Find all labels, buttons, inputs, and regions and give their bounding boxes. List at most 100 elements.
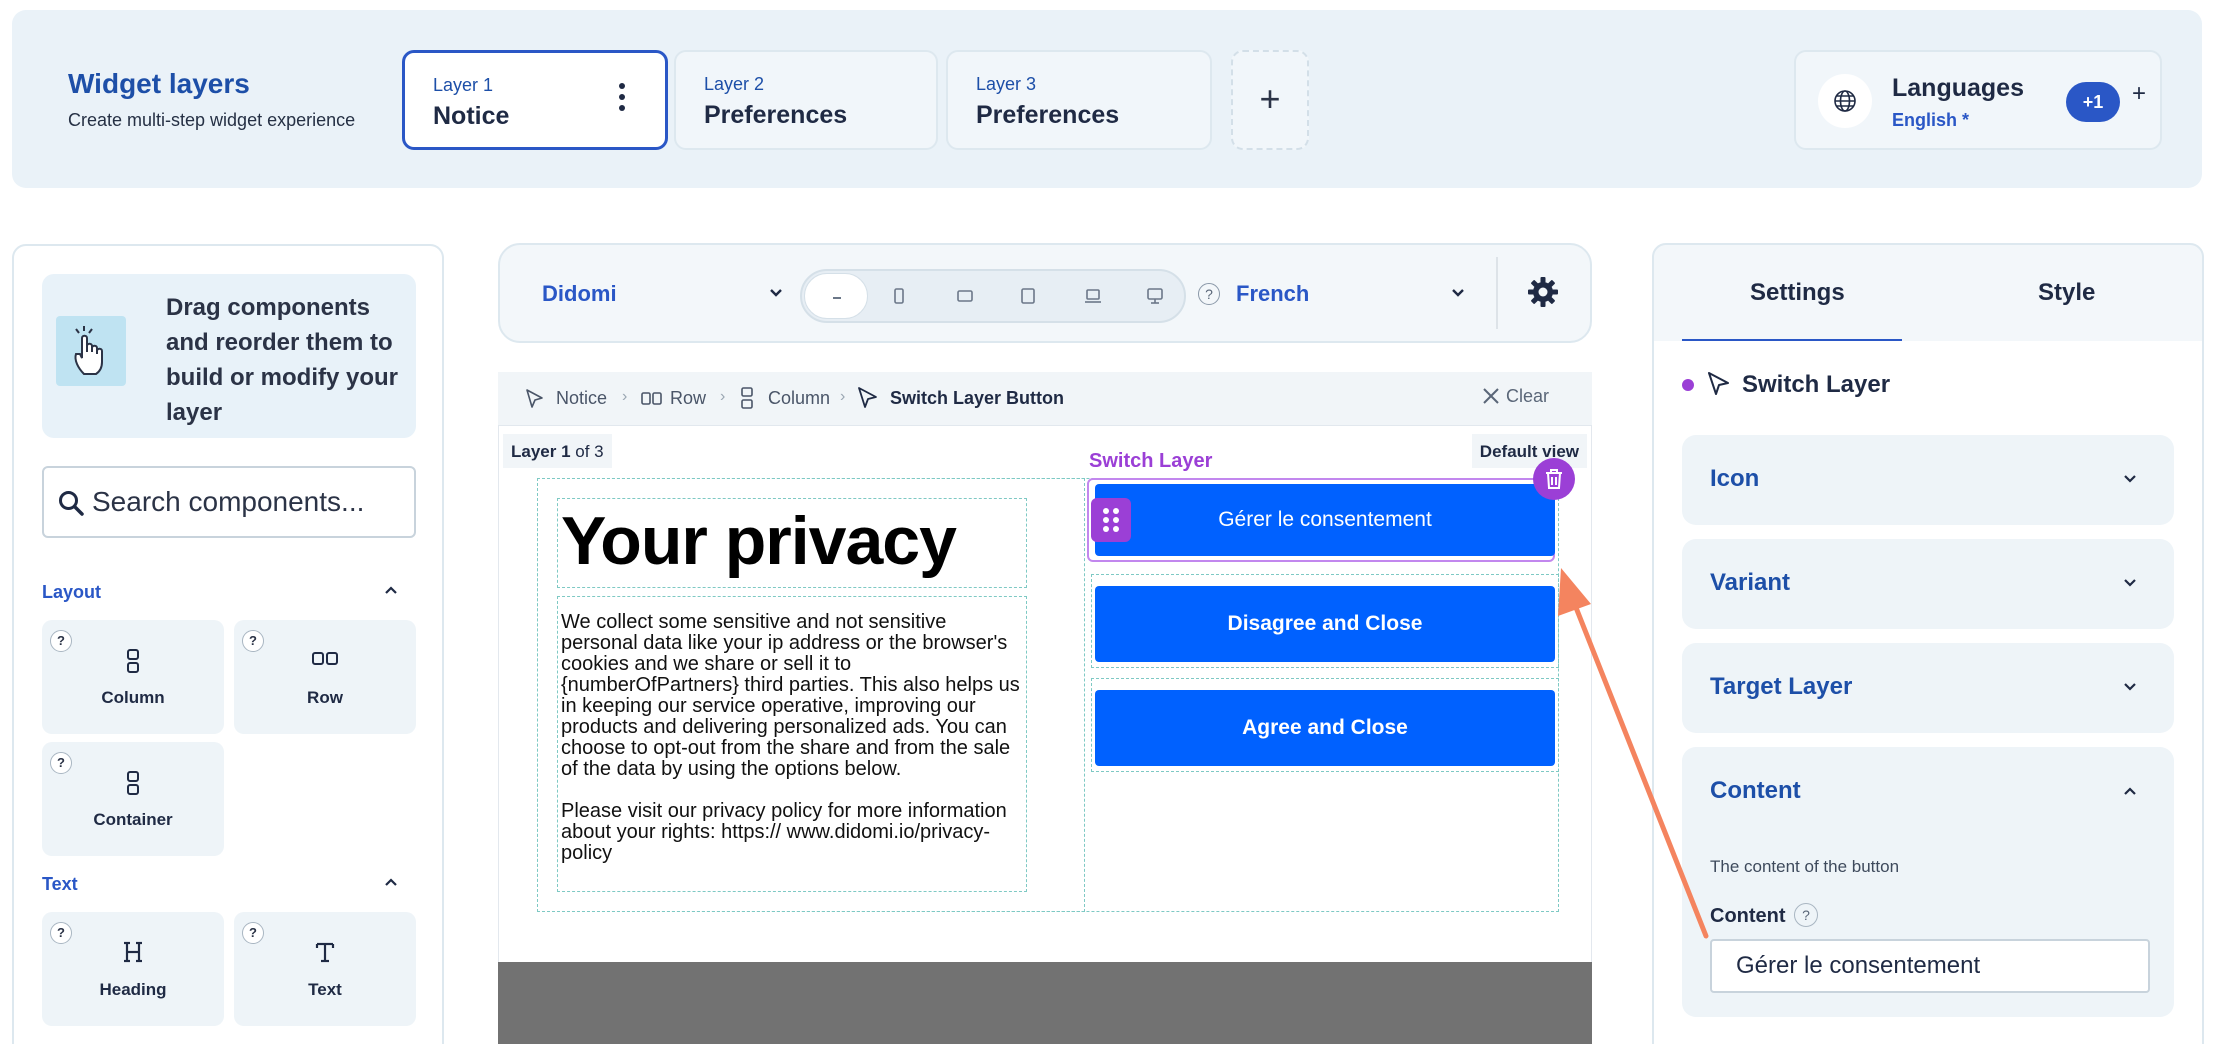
chevron-up-icon[interactable] (384, 582, 398, 600)
device-mobile-landscape-button[interactable] (932, 273, 996, 319)
chevron-down-icon (2124, 579, 2136, 587)
component-label: Row (307, 688, 343, 707)
settings-body: Switch Layer Icon Variant Target Layer C… (1654, 341, 2202, 1044)
organization-select[interactable]: Didomi (542, 281, 617, 307)
default-view-label: Default view (1471, 434, 1587, 468)
search-icon (59, 491, 84, 516)
accordion-target-layer[interactable]: Target Layer (1682, 643, 2174, 733)
component-text[interactable]: ? Text (234, 912, 416, 1026)
search-input[interactable] (92, 482, 402, 522)
more-options-icon[interactable] (619, 83, 625, 116)
heading-icon (42, 940, 224, 969)
breadcrumb: Notice › Row › Column › Switch Layer But… (498, 372, 1592, 426)
selected-component-name: Switch Layer (1742, 371, 1891, 398)
chevron-up-icon[interactable] (384, 874, 398, 892)
toolbar-divider (1496, 257, 1498, 329)
preview-backdrop (498, 962, 1592, 1044)
chevron-down-icon (2124, 683, 2136, 691)
disagree-close-button[interactable]: Disagree and Close (1095, 586, 1555, 662)
tab-settings[interactable]: Settings (1750, 279, 1845, 307)
languages-panel[interactable]: Languages English * +1 + (1794, 50, 2162, 150)
component-heading[interactable]: ? Heading (42, 912, 224, 1026)
layer-tab-3[interactable]: Layer 3 Preferences (946, 50, 1212, 150)
accordion-variant[interactable]: Variant (1682, 539, 2174, 629)
component-container[interactable]: ? Container (42, 742, 224, 856)
current-language[interactable]: English * (1892, 110, 1969, 131)
breadcrumb-item[interactable]: Column (768, 388, 830, 409)
row-icon (641, 392, 662, 405)
tab-style[interactable]: Style (2038, 279, 2095, 307)
page-subtitle: Create multi-step widget experience (68, 110, 356, 130)
device-desktop-button[interactable] (1122, 273, 1186, 319)
accordion-content[interactable]: Content The content of the button Conten… (1682, 747, 2174, 1017)
accordion-icon[interactable]: Icon (1682, 435, 2174, 525)
accordion-title: Variant (1710, 569, 1791, 596)
cursor-icon (858, 387, 877, 408)
agree-close-button[interactable]: Agree and Close (1095, 690, 1555, 766)
extra-languages-badge[interactable]: +1 (2066, 82, 2120, 122)
help-icon[interactable]: ? (1198, 283, 1220, 305)
notice-paragraph: Please visit our privacy policy for more… (561, 800, 1007, 864)
cursor-icon (526, 389, 543, 408)
notice-text[interactable]: We collect some sensitive and not sensit… (561, 612, 1021, 864)
chevron-up-icon (2124, 787, 2136, 795)
layer-tab-name: Preferences (704, 101, 848, 129)
page-title: Widget layers (68, 68, 250, 99)
device-mobile-button[interactable] (868, 273, 932, 319)
layer-tab-1[interactable]: Layer 1 Notice (402, 50, 668, 150)
editor-toolbar: Didomi ? French (498, 243, 1592, 343)
notice-heading[interactable]: Your privacy (561, 502, 957, 580)
column-icon (741, 387, 753, 409)
breadcrumb-item[interactable]: Row (670, 388, 706, 409)
language-select[interactable]: French (1236, 281, 1309, 307)
layer-tab-name: Notice (433, 102, 510, 130)
component-column[interactable]: ? Column (42, 620, 224, 734)
chevron-down-icon[interactable] (768, 281, 784, 310)
search-box[interactable] (42, 466, 416, 538)
layer-tab-number: Layer 2 (704, 74, 765, 94)
chevron-down-icon (2124, 475, 2136, 483)
section-text-title[interactable]: Text (42, 874, 78, 895)
manage-consent-button[interactable]: Gérer le consentement (1095, 484, 1555, 556)
device-auto-button[interactable] (804, 273, 868, 319)
container-icon (42, 770, 224, 801)
add-layer-button[interactable]: + (1231, 50, 1309, 150)
chevron-right-icon: › (622, 388, 628, 405)
device-tablet-button[interactable] (996, 273, 1060, 319)
content-field-label: Content (1710, 905, 1786, 927)
component-label: Heading (99, 980, 167, 999)
widget-layers-header: Widget layers Create multi-step widget e… (12, 10, 2202, 188)
drag-handle-icon[interactable] (1091, 498, 1131, 542)
add-language-button[interactable]: + (2132, 80, 2146, 108)
layer-tab-number: Layer 3 (976, 74, 1037, 94)
content-input[interactable] (1710, 939, 2150, 993)
help-icon[interactable]: ? (1794, 903, 1818, 927)
text-icon (234, 940, 416, 969)
components-panel: Drag components and reorder them to buil… (12, 244, 444, 1044)
selection-dot (1682, 379, 1694, 391)
chevron-right-icon: › (720, 388, 726, 405)
chevron-right-icon: › (840, 388, 846, 405)
content-description: The content of the button (1710, 857, 1900, 876)
device-laptop-button[interactable] (1060, 273, 1124, 319)
section-layout-title[interactable]: Layout (42, 582, 101, 603)
cursor-icon (1708, 372, 1729, 395)
clear-selection-button[interactable]: Clear (1482, 386, 1549, 407)
gear-icon[interactable] (1526, 275, 1560, 314)
breadcrumb-item[interactable]: Notice (556, 388, 607, 409)
languages-title: Languages (1892, 74, 2024, 102)
widget-preview-canvas[interactable]: Layer 1 of 3 Default view Your privacy W… (498, 426, 1592, 962)
drag-hint-card: Drag components and reorder them to buil… (42, 274, 416, 438)
component-label: Column (101, 688, 165, 707)
globe-icon (1818, 74, 1872, 128)
layer-tab-name: Preferences (976, 101, 1120, 129)
layer-tab-2[interactable]: Layer 2 Preferences (674, 50, 938, 150)
trash-icon[interactable] (1533, 458, 1575, 500)
layer-tab-number: Layer 1 (433, 75, 494, 95)
selected-component-label: Switch Layer (1089, 450, 1213, 472)
component-row[interactable]: ? Row (234, 620, 416, 734)
chevron-down-icon[interactable] (1450, 281, 1466, 310)
column-icon (42, 648, 224, 679)
accordion-title: Content (1710, 777, 1801, 804)
breadcrumb-current: Switch Layer Button (890, 388, 1065, 408)
